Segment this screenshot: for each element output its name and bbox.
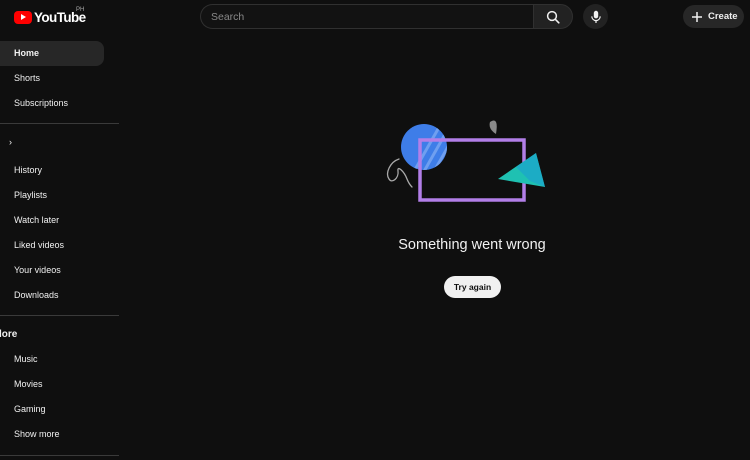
youtube-play-icon [14,10,32,24]
sidebar-item-movies[interactable]: Movies [0,372,104,397]
sidebar-item-home[interactable]: Home [0,41,104,66]
sidebar-divider [0,455,119,456]
country-code: PH [76,7,85,13]
top-bar: YouTube PH Create [0,0,750,33]
search-icon [546,10,560,24]
search-input[interactable] [201,5,534,28]
sidebar-item-your-videos[interactable]: Your videos [0,258,104,283]
sidebar-item-gaming[interactable]: Gaming [0,397,104,422]
illustration-leaf [489,120,497,134]
plus-icon [692,11,702,22]
error-illustration [386,120,545,202]
voice-search-button[interactable] [583,4,608,29]
sidebar-item-subscriptions[interactable]: Subscriptions [0,91,104,116]
sidebar-item-watch-later[interactable]: Watch later [0,208,104,233]
sidebar-item-history[interactable]: History [0,158,104,183]
try-again-button[interactable]: Try again [444,276,501,298]
sidebar-item-downloads[interactable]: Downloads [0,283,104,308]
youtube-logo[interactable]: YouTube [14,9,86,25]
sidebar-you-header[interactable]: › [0,124,120,158]
sidebar-item-music[interactable]: Music [0,347,104,372]
microphone-icon [590,10,601,23]
sidebar-item-shorts[interactable]: Shorts [0,66,104,91]
sidebar-item-show-more[interactable]: Show more [0,422,104,447]
explore-title: lore [0,329,18,340]
sidebar-item-playlists[interactable]: Playlists [0,183,104,208]
sidebar: Home Shorts Subscriptions › History Play… [0,41,120,456]
create-label: Create [708,11,738,22]
create-button[interactable]: Create [683,5,744,28]
sidebar-item-liked-videos[interactable]: Liked videos [0,233,104,258]
search-box [200,4,534,29]
error-message: Something went wrong [398,237,546,253]
search-button[interactable] [533,4,573,29]
chevron-right-icon: › [9,137,12,147]
sidebar-explore-header: lore [0,316,120,347]
